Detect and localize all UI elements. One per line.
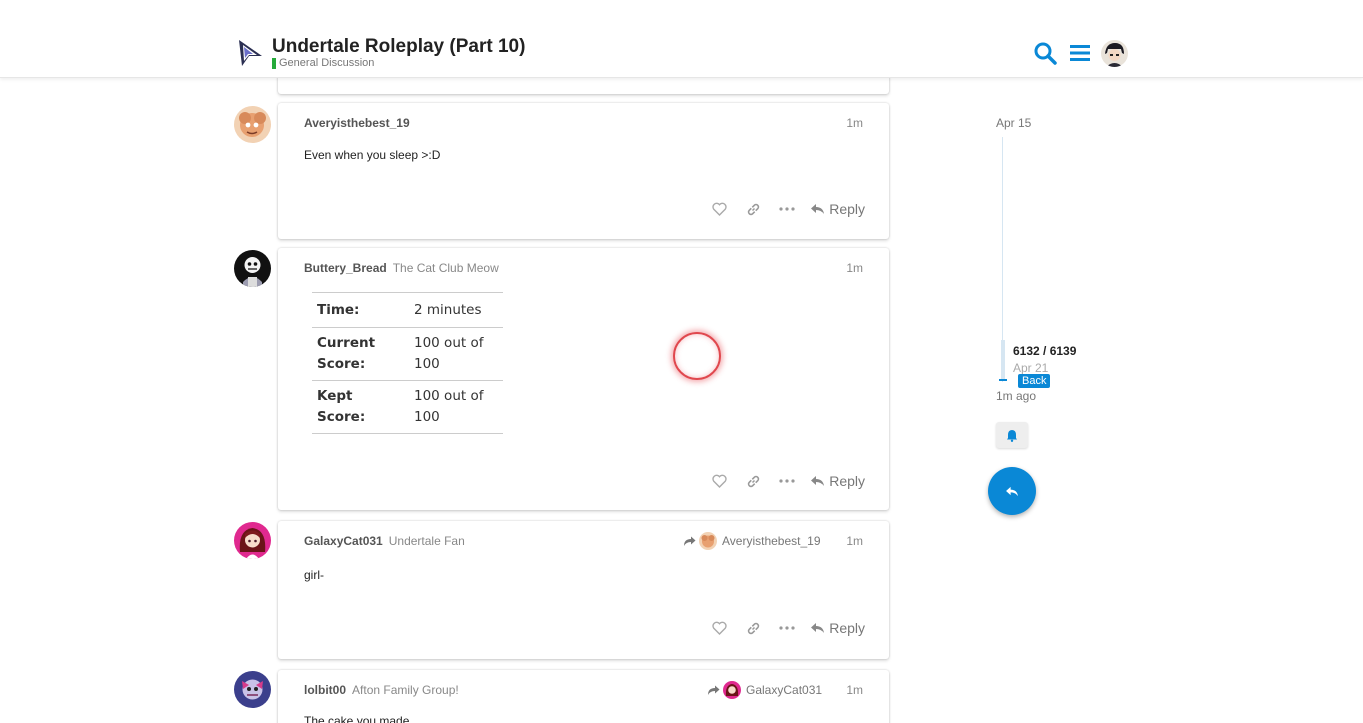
like-icon[interactable]	[702, 199, 736, 219]
reply-button[interactable]: Reply	[810, 473, 865, 489]
table-cell: 100 out of 100	[409, 380, 503, 434]
timeline-back-button[interactable]: Back	[1018, 374, 1051, 388]
reply-button[interactable]: Reply	[810, 201, 865, 217]
more-icon[interactable]	[770, 199, 804, 219]
link-icon[interactable]	[736, 199, 770, 219]
topic-title[interactable]: Undertale Roleplay (Part 10)	[272, 36, 525, 58]
post-username[interactable]: lolbit00	[304, 683, 346, 697]
click-indicator	[673, 332, 721, 380]
table-cell: 2 minutes	[409, 292, 503, 328]
share-arrow-icon	[708, 685, 720, 695]
post-card: Averyisthebest_19 1m Even when you sleep…	[278, 103, 889, 239]
reply-to-topic-button[interactable]	[988, 467, 1036, 515]
avatar[interactable]	[234, 106, 271, 143]
post-body: girl-	[304, 568, 324, 582]
timeline-position: 6132 / 6139	[1013, 344, 1077, 358]
post-username-row: Buttery_Bread The Cat Club Meow	[304, 261, 499, 275]
topic-header: Undertale Roleplay (Part 10) General Dis…	[0, 0, 1363, 78]
table-row: Kept Score: 100 out of 100	[312, 380, 503, 434]
avatar[interactable]	[234, 671, 271, 708]
like-icon[interactable]	[702, 471, 736, 491]
category-badge[interactable]: General Discussion	[272, 57, 374, 69]
timeline-handle[interactable]	[1001, 340, 1005, 380]
reply-label: Reply	[829, 201, 865, 217]
user-title: Afton Family Group!	[352, 683, 459, 697]
reply-to-username: Averyisthebest_19	[722, 534, 821, 548]
post-username-row: GalaxyCat031 Undertale Fan	[304, 534, 465, 548]
reply-icon	[1006, 486, 1018, 496]
reply-label: Reply	[829, 473, 865, 489]
post-username-row: lolbit00 Afton Family Group!	[304, 683, 459, 697]
post-username[interactable]: Averyisthebest_19	[304, 116, 410, 130]
user-title: Undertale Fan	[388, 534, 465, 548]
hamburger-icon[interactable]	[1067, 40, 1093, 66]
link-icon[interactable]	[736, 618, 770, 638]
post-time[interactable]: 1m	[846, 116, 863, 130]
timeline-last-activity[interactable]: 1m ago	[996, 389, 1036, 403]
site-logo[interactable]	[236, 38, 264, 68]
post-username[interactable]: GalaxyCat031	[304, 534, 383, 548]
table-cell: 100 out of 100	[409, 327, 503, 381]
timeline-last-read-marker	[999, 379, 1007, 381]
post-time[interactable]: 1m	[846, 534, 863, 548]
reply-to-avatar	[723, 681, 741, 699]
post-card: lolbit00 Afton Family Group! GalaxyCat031…	[278, 670, 889, 723]
post-body: Even when you sleep >:D	[304, 148, 441, 162]
post-card: GalaxyCat031 Undertale Fan Averyisthebest…	[278, 521, 889, 659]
share-arrow-icon	[684, 536, 696, 546]
post-actions: Reply	[702, 471, 865, 491]
like-icon[interactable]	[702, 618, 736, 638]
reply-label: Reply	[829, 620, 865, 636]
bell-icon	[1007, 429, 1017, 442]
post-username[interactable]: Buttery_Bread	[304, 261, 387, 275]
table-cell: Kept Score:	[312, 380, 409, 434]
forum-page: { "topic": { "title": "Undertale Rolepla…	[0, 0, 1363, 723]
post-time[interactable]: 1m	[846, 683, 863, 697]
avatar[interactable]	[234, 250, 271, 287]
user-title: The Cat Club Meow	[392, 261, 499, 275]
avatar[interactable]	[234, 522, 271, 559]
reply-to-tab[interactable]: Averyisthebest_19	[683, 532, 821, 550]
post-card: Buttery_Bread The Cat Club Meow 1m Time: 2…	[278, 248, 889, 510]
table-cell: Current Score:	[312, 327, 409, 381]
post-body: The cake you made	[304, 714, 410, 723]
timeline-position-date: Apr 21	[1013, 361, 1049, 375]
post-time[interactable]: 1m	[846, 261, 863, 275]
table-cell: Time:	[312, 292, 409, 328]
timeline-start-date[interactable]: Apr 15	[996, 116, 1031, 130]
category-name: General Discussion	[279, 57, 375, 69]
reply-to-tab[interactable]: GalaxyCat031	[707, 681, 822, 699]
quiz-results-table: Time: 2 minutes Current Score: 100 out of …	[312, 292, 503, 434]
reply-to-username: GalaxyCat031	[746, 683, 823, 697]
table-row: Current Score: 100 out of 100	[312, 327, 503, 381]
category-color-bar	[272, 57, 276, 69]
table-row: Time: 2 minutes	[312, 292, 503, 328]
reply-to-avatar	[699, 532, 717, 550]
more-icon[interactable]	[770, 618, 804, 638]
more-icon[interactable]	[770, 471, 804, 491]
post-actions: Reply	[702, 199, 865, 219]
link-icon[interactable]	[736, 471, 770, 491]
current-user-avatar[interactable]	[1101, 40, 1128, 67]
post-actions: Reply	[702, 618, 865, 638]
notification-level-button[interactable]	[996, 422, 1028, 448]
search-icon[interactable]	[1032, 40, 1058, 66]
reply-button[interactable]: Reply	[810, 620, 865, 636]
